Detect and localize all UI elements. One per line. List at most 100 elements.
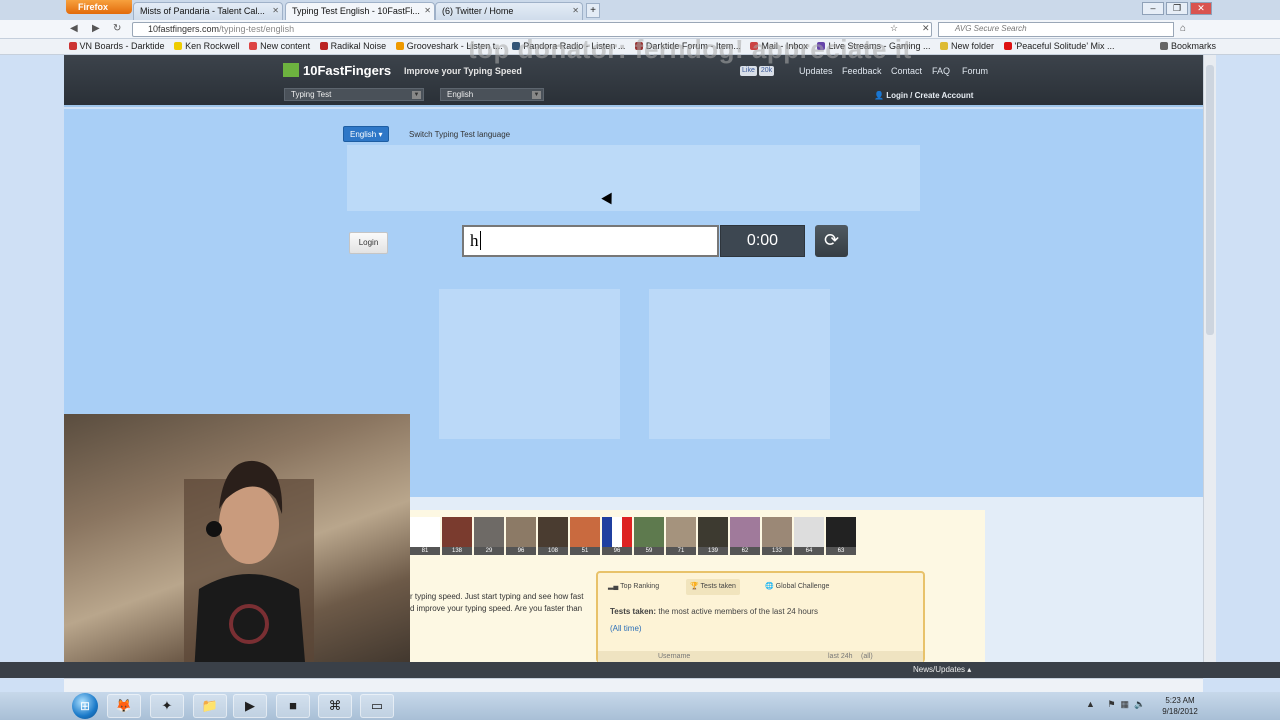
bookmark-star-icon[interactable]: ☆ [890,23,898,34]
avatar[interactable]: 139 [698,517,728,555]
home-icon[interactable]: ⌂ [1180,23,1186,34]
bookmark-item[interactable]: New folder [936,39,997,51]
close-icon[interactable]: ✕ [272,6,279,15]
windows-taskbar: ⊞ 🦊 ✦ 📁 ▶ ■ ⌘ ▭ ▲ ⚑ ▦ 🔈 5:23 AM 9/18/201… [0,692,1280,720]
windows-logo-icon: ⊞ [79,699,91,713]
media-player-taskbar-icon[interactable]: ▶ [233,694,267,718]
bookmark-item[interactable]: Radikal Noise [316,39,390,51]
trophy-icon: 🏆 [690,583,701,590]
browser-tab-bar: Firefox Mists of Pandaria - Talent Cal..… [0,0,1280,20]
chevron-down-icon: ▼ [532,91,541,99]
tab-twitter[interactable]: (6) Twitter / Home ✕ [435,2,583,20]
nav-contact[interactable]: Contact [891,66,922,76]
nav-updates[interactable]: Updates [799,66,833,76]
intro-text: r typing speed. Just start typing and se… [410,592,584,613]
window-close-button[interactable]: ✕ [1190,2,1212,15]
recent-users-strip: 81 138 29 96 108 51 96 59 71 139 62 133 64 63 [410,517,858,555]
tests-taken-description: Tests taken: the most active members of … [610,607,818,616]
tab-typing-test[interactable]: Typing Test English - 10FastFi... ✕ [285,2,435,20]
app-taskbar-icon[interactable]: ✦ [150,694,184,718]
tab-mists-of-pandaria[interactable]: Mists of Pandaria - Talent Cal... ✕ [133,2,283,20]
avatar[interactable]: 62 [730,517,760,555]
language-dropdown-button[interactable]: English ▾ [343,126,389,142]
show-hidden-icons[interactable]: ▲ [1086,699,1095,709]
firefox-menu-button[interactable]: Firefox [66,0,132,14]
network-app-taskbar-icon[interactable]: ⌘ [318,694,352,718]
avatar[interactable]: 81 [410,517,440,555]
forward-arrow-icon[interactable]: ▶ [92,23,100,34]
site-logo[interactable]: 10FastFingers [283,63,391,78]
maximize-button[interactable]: ❐ [1166,2,1188,15]
typing-input[interactable]: h [462,225,719,257]
avatar[interactable]: 133 [762,517,792,555]
avatar[interactable]: 108 [538,517,568,555]
test-type-select[interactable]: Typing Test ▼ [284,88,424,101]
taskbar-clock[interactable]: 5:23 AM 9/18/2012 [1155,695,1205,717]
tab-label: Typing Test English - 10FastFi... [292,6,420,16]
system-tray: ▲ ⚑ ▦ 🔈 [1086,699,1145,710]
language-select[interactable]: English ▼ [440,88,544,101]
stop-icon[interactable]: ✕ [922,23,930,34]
switch-language-label: Switch Typing Test language [409,130,511,139]
volume-icon[interactable]: 🔈 [1134,699,1145,709]
tab-label: Mists of Pandaria - Talent Cal... [140,6,265,16]
scrollbar-thumb[interactable] [1206,65,1214,335]
column-last24h[interactable]: last 24h [828,653,853,660]
news-updates-link[interactable]: News/Updates ▴ [913,665,971,674]
column-username: Username [658,653,691,660]
social-buttons: Like 20k [740,64,776,76]
timer-display: 0:00 [720,225,805,257]
all-time-link[interactable]: (All time) [610,624,642,633]
avatar[interactable]: 63 [826,517,856,555]
bookmark-item[interactable]: 'Peaceful Solitude' Mix ... [1000,39,1118,51]
chevron-down-icon: ▼ [412,91,421,99]
webcam-overlay [64,414,410,674]
reload-test-button[interactable]: ⟳ [815,225,848,257]
network-icon[interactable]: ▦ [1121,699,1130,709]
new-tab-button[interactable]: + [586,3,600,18]
column-all[interactable]: (all) [861,653,873,660]
login-create-account-link[interactable]: 👤 Login / Create Account [874,91,973,100]
tab-tests-taken[interactable]: 🏆 Tests taken [686,579,740,595]
bookmarks-menu[interactable]: Bookmarks [1156,39,1219,51]
tab-top-ranking[interactable]: ▂▄ Top Ranking [604,579,663,595]
bookmark-item[interactable]: New content [245,39,313,51]
login-button[interactable]: Login [349,232,388,254]
video-app-taskbar-icon[interactable]: ■ [276,694,310,718]
browser-addon-bar [64,678,1203,692]
window-taskbar-icon[interactable]: ▭ [360,694,394,718]
avatar[interactable]: 71 [666,517,696,555]
reload-icon[interactable]: ↻ [113,23,121,34]
site-tagline: Improve your Typing Speed [404,66,522,76]
avatar[interactable]: 96 [602,517,632,555]
bookmark-item[interactable]: Ken Rockwell [170,39,243,51]
site-footer-bar: News/Updates ▴ [0,662,1280,678]
avatar[interactable]: 29 [474,517,504,555]
search-input[interactable]: AVG Secure Search [938,22,1174,37]
close-icon[interactable]: ✕ [572,6,579,15]
avatar[interactable]: 64 [794,517,824,555]
close-icon[interactable]: ✕ [424,6,431,15]
ad-placeholder-left [439,289,620,439]
avatar[interactable]: 51 [570,517,600,555]
minimize-button[interactable]: – [1142,2,1164,15]
avatar[interactable]: 59 [634,517,664,555]
explorer-taskbar-icon[interactable]: 📁 [193,694,227,718]
firefox-taskbar-icon[interactable]: 🦊 [107,694,141,718]
start-button[interactable]: ⊞ [72,693,98,719]
tab-label: (6) Twitter / Home [442,6,514,16]
page-scrollbar[interactable] [1203,55,1216,677]
streamer-webcam-image [184,460,314,674]
flag-icon[interactable]: ⚑ [1107,699,1115,709]
words-display [347,145,920,211]
avatar[interactable]: 96 [506,517,536,555]
stream-overlay-text: top donator: ferndog! appreciate it [468,34,912,64]
facebook-like-button[interactable]: Like [740,66,757,76]
tab-global-challenge[interactable]: 🌐 Global Challenge [761,579,833,595]
nav-faq[interactable]: FAQ [932,66,950,76]
nav-feedback[interactable]: Feedback [842,66,882,76]
back-arrow-icon[interactable]: ◀ [70,23,78,34]
bookmark-item[interactable]: VN Boards - Darktide [65,39,168,51]
nav-forum[interactable]: Forum [962,66,988,76]
avatar[interactable]: 138 [442,517,472,555]
